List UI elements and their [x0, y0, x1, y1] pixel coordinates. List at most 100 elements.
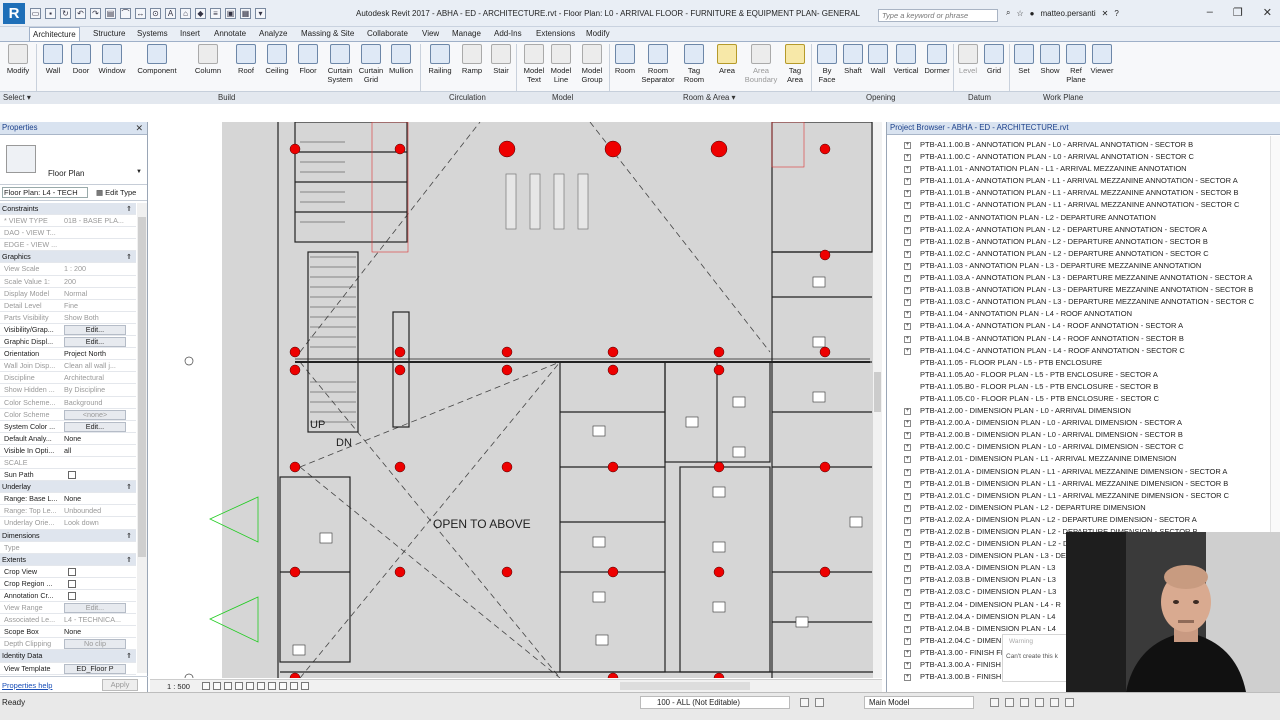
property-value[interactable]: Background — [62, 397, 136, 408]
chevron-down-icon[interactable]: ▼ — [136, 169, 142, 175]
column-button[interactable]: Column — [191, 44, 225, 75]
expand-icon[interactable]: + — [904, 323, 911, 331]
expand-icon[interactable]: + — [904, 262, 911, 270]
browser-view-item[interactable]: + PTB-A1.2.00.B - DIMENSION PLAN - L0 - A… — [887, 429, 1271, 441]
wall-button[interactable]: Wall — [40, 44, 66, 75]
type-selector[interactable]: Floor Plan ▼ — [0, 135, 147, 185]
ref-plane-button[interactable]: Ref Plane — [1064, 44, 1088, 84]
properties-scrollbar[interactable] — [137, 203, 147, 673]
door-button[interactable]: Door — [68, 44, 94, 75]
tab-massing-site[interactable]: Massing & Site — [298, 27, 357, 41]
expand-icon[interactable]: + — [904, 142, 911, 149]
property-value[interactable]: Unbounded — [62, 505, 136, 516]
window-button[interactable]: Window — [96, 44, 128, 75]
property-value[interactable]: Show Both — [62, 312, 136, 323]
area-button[interactable]: Area — [714, 44, 740, 75]
browser-view-item[interactable]: + PTB-A1.2.01 - DIMENSION PLAN - L1 - ARR… — [887, 453, 1271, 465]
roof-button[interactable]: Roof — [232, 44, 260, 75]
property-section[interactable]: Extents ⇑ — [0, 553, 136, 566]
property-checkbox[interactable] — [68, 567, 76, 576]
expand-icon[interactable]: + — [904, 649, 911, 657]
design-option-dropdown[interactable]: Main Model — [864, 696, 974, 709]
search-input[interactable]: Type a keyword or phrase — [878, 9, 998, 22]
user-name[interactable]: matteo.persanti — [1041, 9, 1096, 18]
expand-icon[interactable]: + — [904, 250, 911, 258]
expand-icon[interactable]: + — [904, 190, 911, 198]
browser-view-item[interactable]: + PTB-A1.1.02.A - ANNOTATION PLAN - L2 - … — [887, 224, 1271, 236]
switch-windows-icon[interactable]: ▦ — [240, 8, 251, 19]
viewer-button[interactable]: Viewer — [1088, 44, 1116, 75]
mullion-button[interactable]: Mullion — [386, 44, 416, 75]
visual-style-icon[interactable] — [213, 682, 221, 690]
user-icon[interactable]: ● — [1030, 9, 1035, 18]
ramp-button[interactable]: Ramp — [459, 44, 485, 75]
subscription-icon[interactable]: ☆ — [1016, 9, 1023, 18]
redo-icon[interactable]: ↷ — [90, 8, 101, 19]
collapse-icon[interactable]: ⇑ — [126, 554, 136, 565]
properties-help-link[interactable]: Properties help — [2, 681, 52, 690]
select-by-face-icon[interactable] — [1035, 698, 1044, 707]
model-text-button[interactable]: Model Text — [520, 44, 548, 84]
tab-annotate[interactable]: Annotate — [211, 27, 249, 41]
dormer-button[interactable]: Dormer — [922, 44, 952, 75]
shaft-button[interactable]: Shaft — [840, 44, 866, 75]
close-button[interactable]: ✕ — [1263, 6, 1272, 19]
browser-view-item[interactable]: + PTB-A1.1.01 - ANNOTATION PLAN - L1 - AR… — [887, 163, 1271, 175]
drag-elements-icon[interactable] — [1050, 698, 1059, 707]
select-links-icon[interactable] — [990, 698, 999, 707]
collapse-icon[interactable]: ⇑ — [126, 251, 136, 262]
expand-icon[interactable]: + — [904, 456, 911, 464]
property-edit-button[interactable]: Edit... — [64, 603, 126, 614]
tab-manage[interactable]: Manage — [449, 27, 484, 41]
expand-icon[interactable]: + — [904, 432, 911, 440]
expand-icon[interactable]: + — [904, 589, 911, 597]
floor-plan-drawing[interactable]: OPEN TO ABOVE UP DN — [150, 122, 873, 678]
browser-view-item[interactable]: + PTB-A1.1.02 - ANNOTATION PLAN - L2 - DE… — [887, 212, 1271, 224]
highlight-displacement-icon[interactable] — [301, 682, 309, 690]
reveal-hidden-icon[interactable] — [279, 682, 287, 690]
expand-icon[interactable]: + — [904, 516, 911, 524]
expand-icon[interactable]: + — [904, 541, 911, 549]
property-value[interactable] — [62, 227, 136, 238]
active-workset-dropdown[interactable]: 100 - ALL (Not Editable) — [640, 696, 790, 709]
tag-room-button[interactable]: Tag Room — [681, 44, 707, 84]
property-edit-button[interactable]: Edit... — [64, 324, 126, 335]
save-icon[interactable]: ▪ — [45, 8, 56, 19]
tab-analyze[interactable]: Analyze — [256, 27, 290, 41]
open-icon[interactable]: ▭ — [30, 8, 41, 19]
minimize-button[interactable]: – — [1207, 6, 1213, 19]
revit-logo-icon[interactable]: R — [3, 3, 25, 24]
browser-view-item[interactable]: PTB-A1.1.05.C0 - FLOOR PLAN - L5 - PTB E… — [887, 393, 1271, 405]
browser-view-item[interactable]: + PTB-A1.1.02.C - ANNOTATION PLAN - L2 - … — [887, 248, 1271, 260]
browser-view-item[interactable]: + PTB-A1.2.00.A - DIMENSION PLAN - L0 - A… — [887, 417, 1271, 429]
property-value[interactable]: L4 - TECHNICA... — [62, 614, 136, 625]
property-checkbox[interactable] — [68, 471, 76, 480]
by-face-button[interactable]: By Face — [814, 44, 840, 84]
browser-view-item[interactable]: + PTB-A1.1.01.A - ANNOTATION PLAN - L1 - … — [887, 175, 1271, 187]
property-value[interactable]: 200 — [62, 276, 136, 287]
property-section[interactable]: Identity Data ⇑ — [0, 650, 136, 663]
scrollbar-thumb[interactable] — [138, 217, 146, 557]
expand-icon[interactable]: + — [904, 480, 911, 488]
canvas-vertical-scrollbar[interactable] — [873, 122, 882, 678]
panel-room-area[interactable]: Room & Area ▾ — [683, 93, 735, 102]
expand-icon[interactable]: + — [904, 178, 911, 186]
filter-icon[interactable] — [1065, 698, 1074, 707]
expand-icon[interactable]: + — [904, 662, 911, 670]
tag-area-button[interactable]: Tag Area — [782, 44, 808, 84]
browser-view-item[interactable]: + PTB-A1.1.04.B - ANNOTATION PLAN - L4 - … — [887, 333, 1271, 345]
expand-icon[interactable]: + — [904, 238, 911, 246]
property-value[interactable]: Clean all wall j... — [62, 360, 136, 371]
ceiling-button[interactable]: Ceiling — [262, 44, 292, 75]
3d-view-icon[interactable]: ⌂ — [180, 8, 191, 19]
expand-icon[interactable]: + — [904, 637, 911, 645]
editable-only-icon[interactable] — [800, 698, 809, 707]
section-icon[interactable]: ◆ — [195, 8, 206, 19]
property-edit-button[interactable]: No clip — [64, 639, 126, 650]
expand-icon[interactable]: + — [904, 166, 911, 174]
tab-architecture[interactable]: Architecture — [29, 27, 80, 41]
expand-icon[interactable]: + — [904, 674, 911, 682]
property-value[interactable]: 1 : 200 — [62, 263, 136, 274]
property-value[interactable] — [62, 457, 136, 468]
property-checkbox[interactable] — [68, 592, 76, 600]
